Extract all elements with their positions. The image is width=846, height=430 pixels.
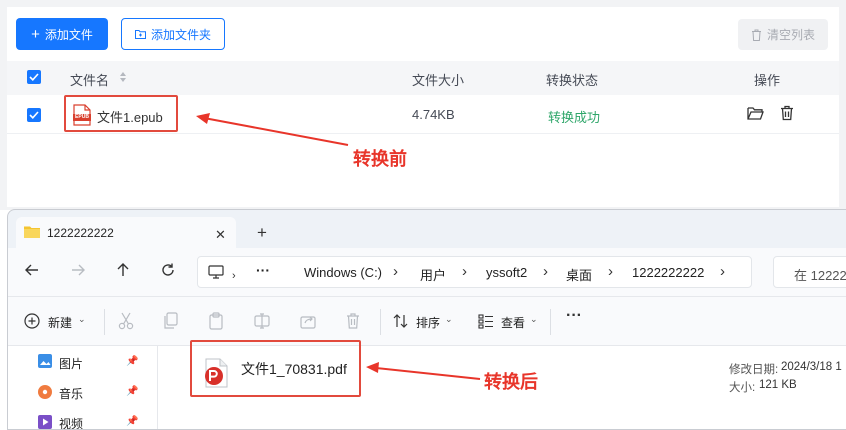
delete-icon[interactable] (780, 105, 794, 121)
explorer-toolbar: 新建 ⌄ 排序 ⌄ 查看 ⌄ ··· (8, 296, 846, 346)
cut-icon[interactable] (118, 312, 134, 330)
annotation-arrow-after (366, 362, 481, 380)
breadcrumb-item[interactable]: 桌面 (566, 265, 592, 284)
breadcrumb-item[interactable]: yssoft2 (486, 265, 527, 280)
new-button[interactable]: 新建 (48, 314, 72, 331)
sort-button[interactable]: 排序 (416, 314, 440, 331)
new-icon[interactable] (24, 313, 40, 329)
pictures-icon (38, 354, 52, 368)
folder-icon (24, 225, 40, 238)
column-header-status: 转换状态 (546, 73, 599, 88)
pin-icon[interactable]: 📌 (126, 356, 138, 367)
column-header-actions: 操作 (754, 73, 781, 88)
open-folder-icon[interactable] (747, 106, 764, 120)
pin-icon[interactable]: 📌 (126, 416, 138, 427)
navigation-pane: 图片 📌 音乐 📌 视频 📌 (8, 346, 158, 429)
breadcrumb-item[interactable]: 1222222222 (632, 265, 704, 280)
explorer-content: 图片 📌 音乐 📌 视频 📌 文件1_70831.pdf 修改日期: 2024/… (8, 346, 846, 429)
up-icon[interactable] (115, 262, 131, 278)
file-highlight-box (64, 95, 178, 132)
breadcrumb-item[interactable]: Windows (C:) (304, 265, 382, 280)
new-tab-icon[interactable]: + (257, 223, 267, 243)
delete-icon[interactable] (346, 312, 360, 330)
sidebar-item-music[interactable]: 音乐 (59, 385, 83, 402)
file-size: 4.74KB (412, 107, 455, 122)
toolbar-divider (380, 309, 381, 335)
close-tab-icon[interactable]: ✕ (215, 227, 226, 243)
chevron-right-icon: › (608, 263, 613, 280)
chevron-right-icon: › (543, 263, 548, 280)
music-icon (38, 385, 52, 399)
column-header-size: 文件大小 (412, 73, 465, 88)
chevron-right-icon: › (462, 263, 467, 280)
chevron-down-icon: ⌄ (445, 314, 453, 324)
conversion-status: 转换成功 (548, 110, 601, 125)
pin-icon[interactable]: 📌 (126, 386, 138, 397)
more-options-icon[interactable]: ··· (566, 307, 582, 325)
detail-modified-value: 2024/3/18 1 (781, 361, 842, 373)
annotation-before: 转换前 (353, 149, 407, 169)
detail-size-value: 121 KB (759, 379, 797, 391)
chevron-down-icon: ⌄ (530, 314, 538, 324)
forward-icon[interactable] (70, 262, 86, 278)
toolbar-divider (550, 309, 551, 335)
search-input[interactable]: 在 1222222222 (773, 256, 846, 288)
pdf-highlight-box (190, 340, 361, 397)
annotation-after: 转换后 (484, 372, 538, 392)
column-header-name[interactable]: 文件名 (70, 70, 109, 89)
clear-list-button[interactable]: 清空列表 (738, 19, 828, 50)
row-checkbox[interactable] (27, 108, 41, 122)
computer-icon (208, 265, 224, 279)
view-button[interactable]: 查看 (501, 314, 525, 331)
annotation-arrow-before (196, 113, 349, 146)
address-bar: › ··· Windows (C:) › 用户 › yssoft2 › 桌面 ›… (8, 248, 846, 296)
sort-icon[interactable] (393, 313, 409, 329)
add-folder-button[interactable]: 添加文件夹 (121, 18, 225, 50)
view-icon[interactable] (478, 313, 494, 329)
copy-icon[interactable] (162, 312, 178, 330)
search-placeholder: 在 1222222222 (794, 268, 846, 283)
videos-icon (38, 415, 52, 429)
rename-icon[interactable] (254, 312, 270, 330)
paste-icon[interactable] (208, 312, 224, 330)
more-breadcrumbs[interactable]: ··· (256, 262, 270, 278)
chevron-down-icon: ⌄ (78, 314, 86, 324)
sidebar-item-videos[interactable]: 视频 (59, 415, 83, 429)
chevron-right-icon: › (232, 270, 236, 282)
detail-modified-label: 修改日期: (729, 364, 779, 376)
back-icon[interactable] (24, 262, 40, 278)
share-icon[interactable] (300, 312, 316, 330)
trash-icon (751, 29, 762, 41)
detail-size-label: 大小: (729, 382, 756, 394)
breadcrumb[interactable]: › ··· Windows (C:) › 用户 › yssoft2 › 桌面 ›… (197, 256, 752, 288)
plus-icon: + (31, 25, 40, 43)
tab-title: 1222222222 (47, 226, 114, 240)
add-file-button[interactable]: + 添加文件 (16, 18, 108, 50)
select-all-checkbox[interactable] (27, 70, 41, 84)
toolbar-divider (104, 309, 105, 335)
chevron-right-icon: › (393, 263, 398, 280)
sidebar-item-pictures[interactable]: 图片 (59, 355, 83, 372)
sort-icon[interactable] (119, 71, 127, 83)
file-explorer-window: 1222222222 ✕ + › ··· Windows (C:) › 用户 ›… (7, 209, 846, 430)
breadcrumb-item[interactable]: 用户 (420, 265, 446, 284)
folder-add-icon (134, 29, 146, 39)
refresh-icon[interactable] (160, 262, 176, 278)
chevron-right-icon: › (720, 263, 725, 280)
